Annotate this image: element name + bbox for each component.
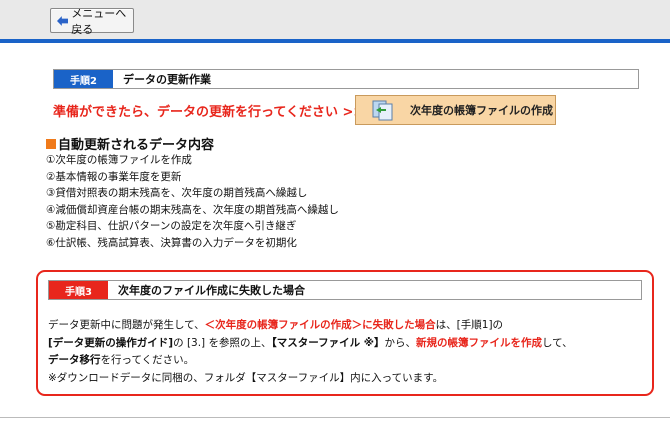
step3-text: は、[手順1]の — [435, 319, 504, 331]
orange-square-icon — [46, 138, 56, 149]
step3-highlight: 新規の帳簿ファイルを作成 — [415, 336, 542, 349]
create-next-year-file-label: 次年度の帳簿ファイルの作成 — [410, 104, 553, 117]
list-item: ②基本情報の事業年度を更新 — [46, 170, 182, 183]
list-item: ④減価償却資産台帳の期末残高を、次年度の期首残高へ繰越し — [46, 203, 339, 216]
step3-badge: 手順3 — [49, 281, 108, 299]
step2-title: データの更新作業 — [123, 73, 211, 86]
bottom-divider — [0, 417, 670, 418]
back-to-menu-label: メニューへ戻る — [71, 6, 127, 36]
step3-text: データ更新中に問題が発生して、 — [48, 319, 205, 331]
auto-update-heading-text: 自動更新されるデータ内容 — [58, 138, 215, 153]
step3-header: 手順3 次年度のファイル作成に失敗した場合 — [48, 280, 642, 300]
master-file-ref: 【マスターファイル ※】 — [271, 336, 385, 349]
step3-line-1: データ更新中に問題が発生して、＜次年度の帳簿ファイルの作成＞に失敗した場合は、[… — [48, 317, 648, 335]
step3-text: して、 — [541, 336, 573, 349]
top-bar: メニューへ戻る — [0, 0, 670, 43]
step2-badge: 手順2 — [54, 70, 113, 88]
step2-header: 手順2 データの更新作業 — [53, 69, 639, 89]
step3-line-3: データ移行を行ってください。 — [48, 352, 648, 370]
update-instruction-text: 準備ができたら、データの更新を行ってください >> — [53, 105, 365, 120]
auto-update-list: ①次年度の帳簿ファイルを作成 ②基本情報の事業年度を更新 ③貸借対照表の期末残高… — [46, 152, 339, 252]
step3-body: データ更新中に問題が発生して、＜次年度の帳簿ファイルの作成＞に失敗した場合は、[… — [48, 317, 648, 387]
step3-highlight: ＜次年度の帳簿ファイルの作成＞に失敗した場合 — [204, 319, 436, 331]
step3-text: の [3.] を参照の上、 — [173, 336, 272, 349]
list-item: ③貸借対照表の期末残高を、次年度の期首残高へ繰越し — [46, 187, 308, 200]
list-item: ⑤勘定科目、仕訳パターンの設定を次年度へ引き継ぎ — [46, 220, 297, 233]
document-copy-icon — [372, 100, 393, 121]
step3-panel: 手順3 次年度のファイル作成に失敗した場合 データ更新中に問題が発生して、＜次年… — [36, 270, 654, 396]
list-item: ⑥仕訳帳、残高試算表、決算書の入力データを初期化 — [46, 236, 297, 249]
data-migration-text: データ移行 — [48, 354, 101, 366]
auto-update-heading: 自動更新されるデータ内容 — [46, 134, 214, 153]
step3-text: を行ってください。 — [100, 354, 195, 366]
step3-note: ※ダウンロードデータに同梱の、フォルダ【マスターファイル】内に入っています。 — [48, 371, 444, 384]
create-next-year-file-button[interactable]: 次年度の帳簿ファイルの作成 — [355, 95, 556, 125]
back-arrow-icon — [57, 15, 69, 26]
step3-text: から、 — [384, 336, 416, 349]
back-to-menu-button[interactable]: メニューへ戻る — [50, 7, 134, 36]
list-item: ①次年度の帳簿ファイルを作成 — [46, 154, 192, 166]
step3-line-2: [データ更新の操作ガイド]の [3.] を参照の上、【マスターファイル ※】から… — [48, 335, 648, 353]
step3-title: 次年度のファイル作成に失敗した場合 — [118, 284, 305, 297]
operation-guide-ref: [データ更新の操作ガイド] — [48, 336, 174, 349]
